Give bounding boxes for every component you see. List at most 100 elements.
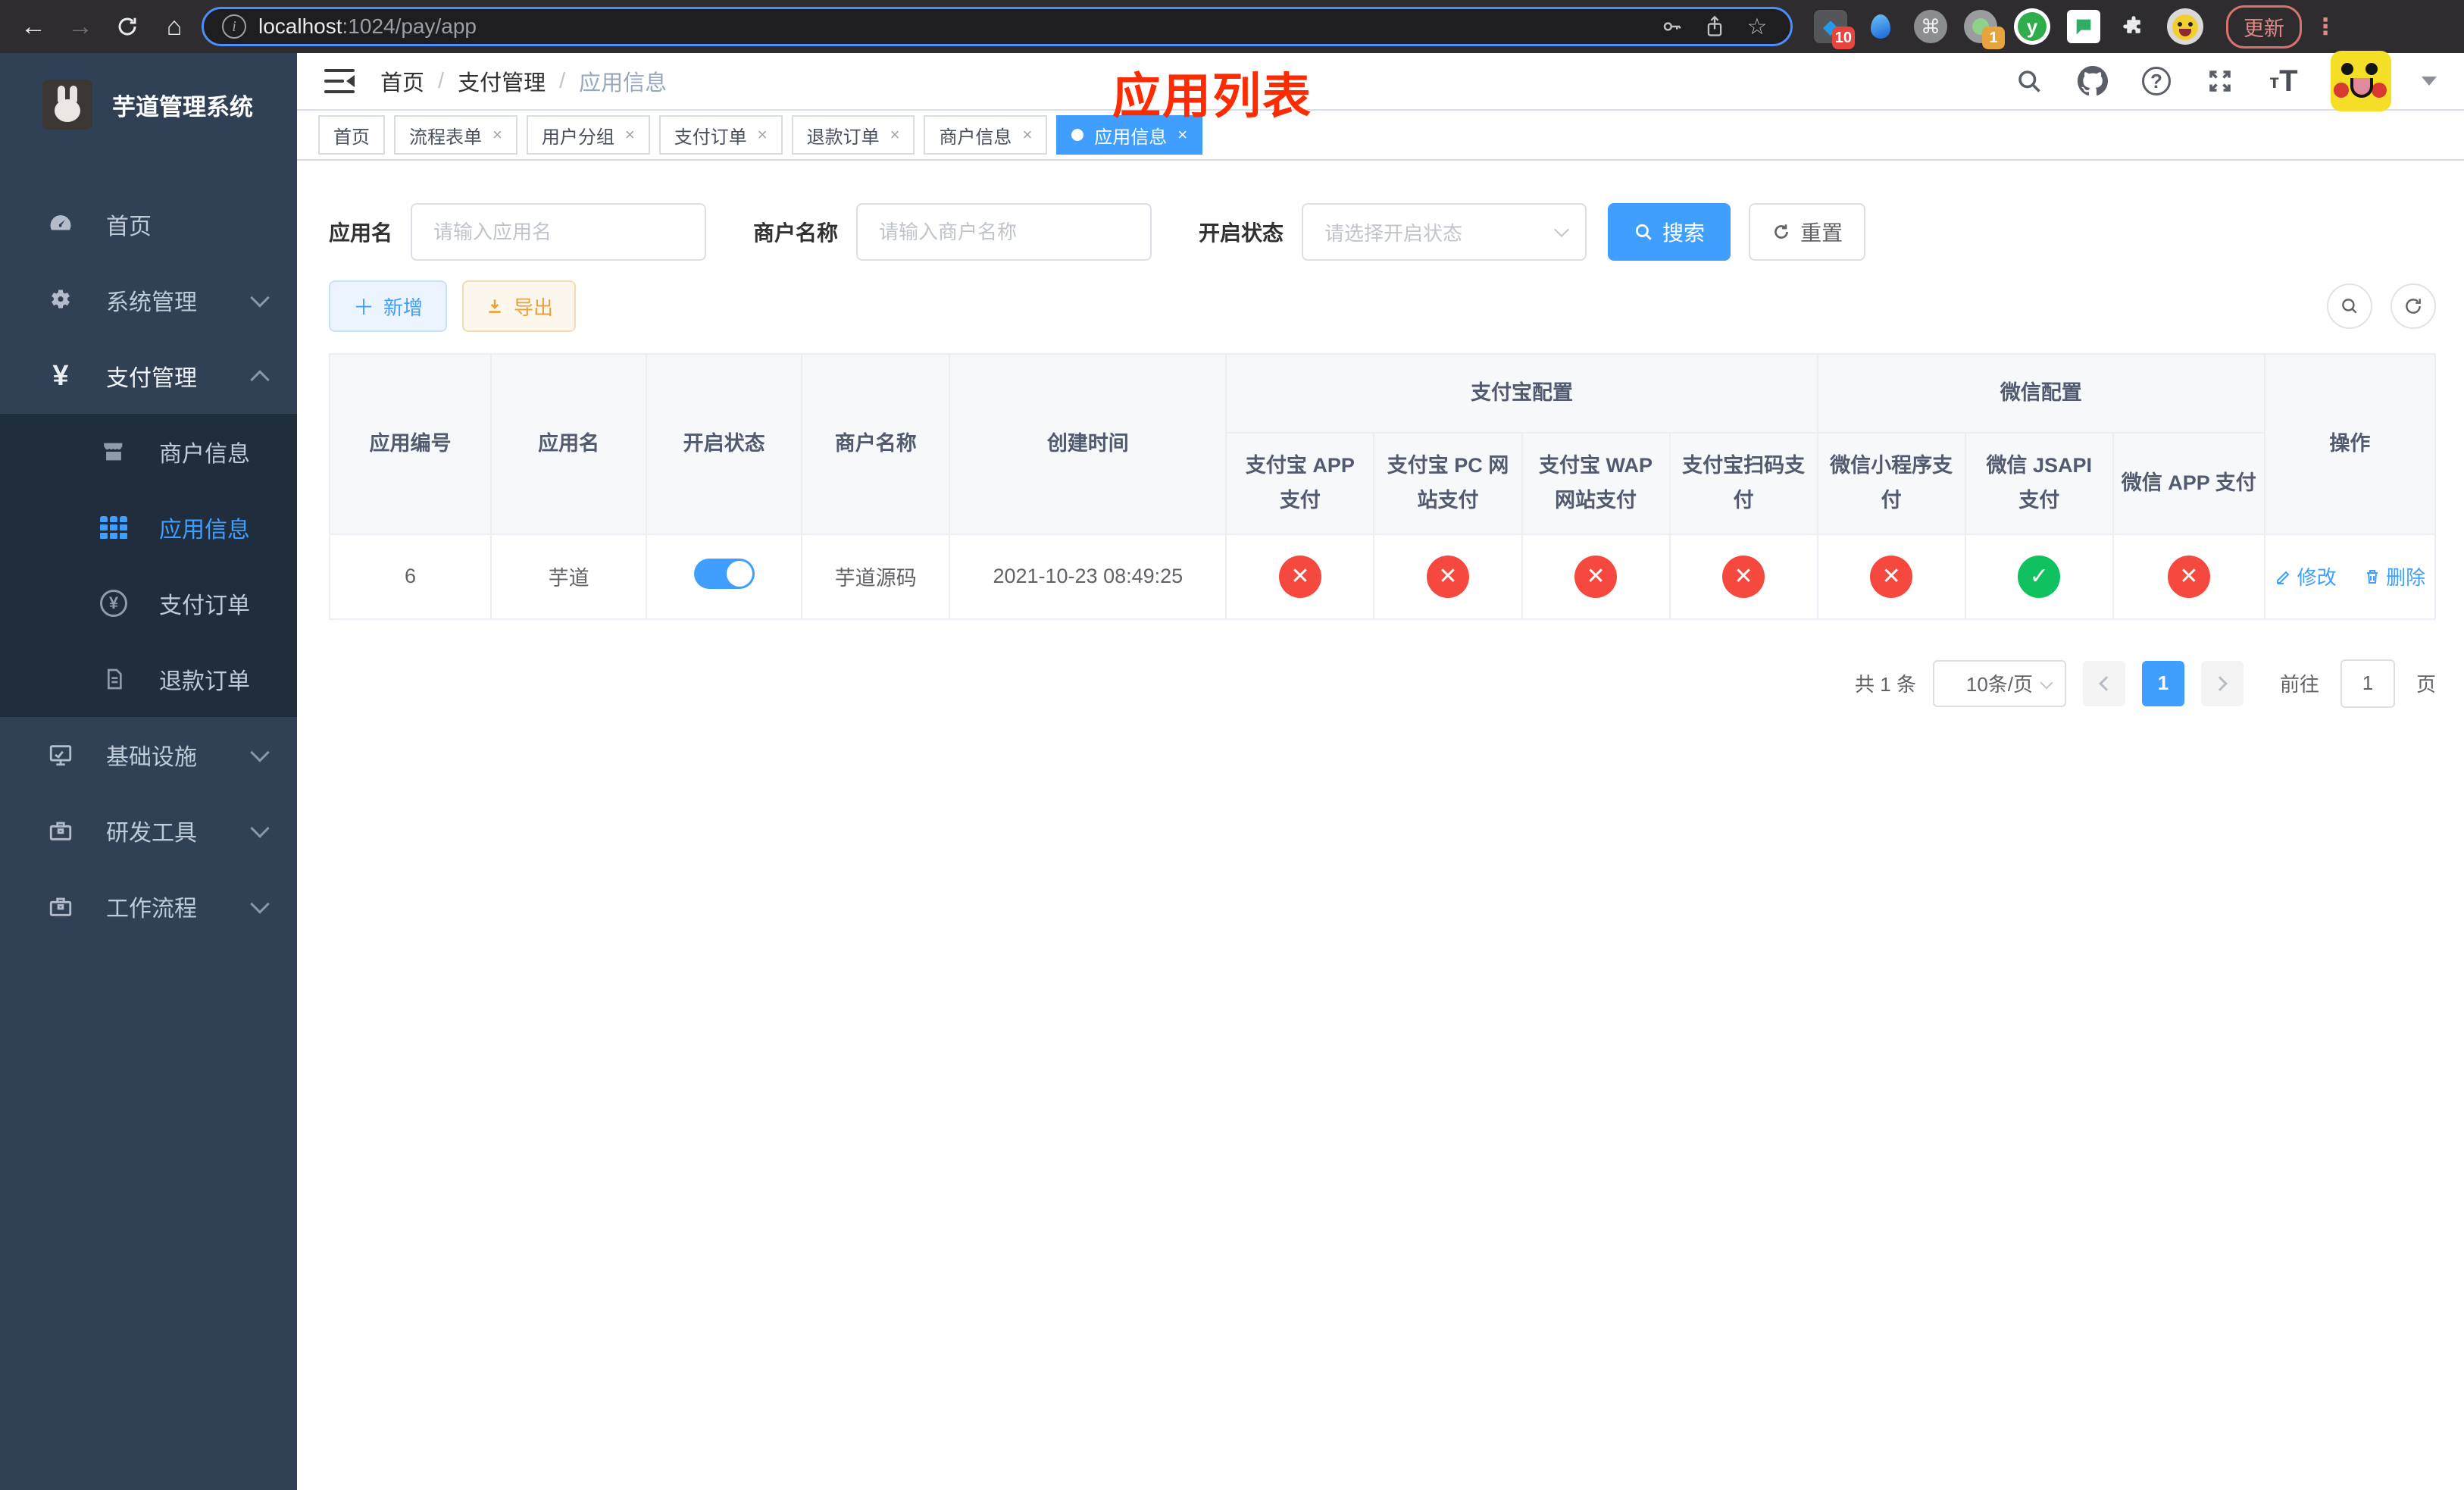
status-select[interactable]: 请选择开启状态 [1302, 203, 1587, 261]
sidebar-item-system[interactable]: 系统管理 [0, 262, 297, 338]
chevron-down-icon [250, 288, 270, 308]
tab-home[interactable]: 首页 [318, 115, 385, 155]
yen-icon: ¥ [52, 359, 69, 392]
sidebar-item-workflow[interactable]: 工作流程 [0, 869, 297, 944]
download-icon [489, 299, 501, 313]
sidebar-item-merchant-info[interactable]: 商户信息 [0, 414, 297, 490]
breadcrumb-home[interactable]: 首页 [380, 65, 424, 97]
sidebar-item-dev-tools[interactable]: 研发工具 [0, 793, 297, 869]
sidebar-item-app-info[interactable]: 应用信息 [0, 490, 297, 565]
sidebar-item-pay-order[interactable]: ¥ 支付订单 [0, 565, 297, 641]
briefcase-icon [45, 894, 76, 919]
fullscreen-icon[interactable] [2203, 64, 2237, 98]
filter-form: 应用名 商户名称 开启状态 请选择开启状态 搜索 重置 [329, 203, 2436, 261]
browser-back-button[interactable]: ← [14, 7, 53, 46]
tab-merchant-info[interactable]: 商户信息 × [924, 115, 1048, 155]
browser-menu-icon[interactable]: ⋮ [2314, 14, 2337, 40]
refresh-table-button[interactable] [2391, 283, 2436, 329]
pagination-total: 共 1 条 [1855, 673, 1916, 696]
page-number-1[interactable]: 1 [2141, 660, 2184, 706]
goto-suffix: 页 [2416, 673, 2436, 696]
address-bar[interactable]: i localhost:1024/pay/app ☆ [202, 7, 1793, 46]
close-icon[interactable]: × [1022, 125, 1032, 145]
cell-alipay-wap: ✕ [1521, 533, 1671, 620]
sidebar-item-home[interactable]: 首页 [0, 186, 297, 262]
cell-alipay-app: ✕ [1225, 533, 1375, 620]
status-icon: ✕ [1574, 555, 1618, 598]
edit-link[interactable]: 修改 [2275, 562, 2337, 590]
merchant-name-label: 商户名称 [753, 221, 839, 245]
store-icon [98, 439, 129, 465]
goto-page-input[interactable] [2340, 659, 2395, 708]
extension-balloon-icon[interactable] [1864, 10, 1897, 43]
extensions-area: ◆ 10 ⌘ 1 y [1814, 8, 2203, 49]
reload-icon [118, 17, 136, 36]
browser-home-button[interactable]: ⌂ [155, 7, 194, 46]
browser-update-button[interactable]: 更新 [2226, 5, 2302, 49]
page-size-select[interactable]: 10条/页 [1932, 659, 2066, 707]
breadcrumb-payment[interactable]: 支付管理 [458, 65, 546, 97]
browser-toolbar: ← → ⌂ i localhost:1024/pay/app ☆ ◆ 10 ⌘ … [0, 0, 2464, 53]
merchant-name-input[interactable] [856, 203, 1152, 261]
tab-process-form[interactable]: 流程表单 × [394, 115, 518, 155]
table-row: 6 芋道 芋道源码 2021-10-23 08:49:25 ✕ ✕ ✕ ✕ ✕ … [328, 533, 2437, 620]
col-actions: 操作 [2263, 353, 2437, 535]
sidebar-item-refund-order[interactable]: 退款订单 [0, 641, 297, 717]
goto-prefix: 前往 [2279, 673, 2319, 696]
main-header: 首页 / 支付管理 / 应用信息 ? тT [297, 51, 2464, 111]
close-icon[interactable]: × [1177, 125, 1187, 145]
password-key-icon[interactable] [1657, 11, 1687, 42]
text-size-icon[interactable]: тT [2267, 64, 2300, 98]
payment-submenu: 商户信息 应用信息 ¥ 支付订单 退款订单 [0, 414, 297, 717]
cell-alipay-qr: ✕ [1668, 533, 1818, 620]
avatar-dropdown-icon[interactable] [2422, 77, 2437, 86]
tab-refund-order[interactable]: 退款订单 × [791, 115, 915, 155]
close-icon[interactable]: × [758, 125, 768, 145]
add-button[interactable]: ＋ 新增 [329, 280, 448, 332]
tab-user-group[interactable]: 用户分组 × [526, 115, 650, 155]
browser-reload-button[interactable] [108, 7, 147, 46]
export-button[interactable]: 导出 [462, 280, 577, 332]
bookmark-star-icon[interactable]: ☆ [1742, 11, 1772, 42]
search-icon[interactable] [2012, 64, 2046, 98]
close-icon[interactable]: × [492, 125, 502, 145]
col-created: 创建时间 [949, 353, 1227, 535]
app-title: 芋道管理系统 [112, 93, 253, 121]
search-button[interactable]: 搜索 [1608, 203, 1731, 261]
next-page-button[interactable] [2200, 660, 2244, 706]
status-icon: ✕ [1278, 555, 1321, 598]
extension-blue-diamond-icon[interactable]: ◆ 10 [1814, 10, 1855, 49]
tab-pay-order[interactable]: 支付订单 × [658, 115, 783, 155]
sidebar-collapse-icon[interactable] [324, 67, 355, 95]
close-icon[interactable]: × [890, 125, 900, 145]
close-icon[interactable]: × [625, 125, 635, 145]
app-name-input[interactable] [411, 203, 707, 261]
user-avatar[interactable] [2331, 51, 2391, 111]
profile-avatar-icon[interactable] [2167, 8, 2203, 45]
browser-forward-button[interactable]: → [61, 7, 100, 46]
extension-command-icon[interactable]: ⌘ [1914, 10, 1947, 43]
delete-link[interactable]: 删除 [2363, 562, 2425, 590]
toggle-search-button[interactable] [2327, 283, 2372, 329]
extensions-puzzle-icon[interactable] [2117, 10, 2150, 43]
url-text: localhost:1024/pay/app [258, 14, 477, 38]
prev-page-button[interactable] [2082, 660, 2125, 706]
sidebar-item-payment[interactable]: ¥ 支付管理 [0, 338, 297, 414]
extension-y-icon[interactable]: y [2014, 8, 2050, 45]
sidebar-item-infrastructure[interactable]: 基础设施 [0, 717, 297, 793]
page-content: 应用名 商户名称 开启状态 请选择开启状态 搜索 重置 [297, 161, 2464, 708]
share-icon[interactable] [1699, 11, 1730, 42]
header-actions: ? тT [2012, 51, 2437, 111]
trash-icon [2367, 569, 2378, 584]
status-toggle[interactable] [693, 559, 755, 590]
github-icon[interactable] [2076, 64, 2109, 98]
site-info-icon[interactable]: i [222, 14, 246, 39]
extension-chat-icon[interactable] [2067, 10, 2100, 43]
table-toolbar: ＋ 新增 导出 [329, 280, 2436, 332]
extension-recorder-icon[interactable]: 1 [1964, 10, 2005, 49]
app-table: 应用编号 应用名 开启状态 商户名称 创建时间 支付宝配置 微信配置 操作 支付… [328, 353, 2437, 620]
help-icon[interactable]: ? [2140, 64, 2173, 98]
breadcrumb-current: 应用信息 [579, 71, 668, 95]
tag-tabs-bar: 首页 流程表单 × 用户分组 × 支付订单 × 退款订单 × 商户信息 × 应用信息 × [297, 109, 2464, 161]
reset-button[interactable]: 重置 [1749, 203, 1866, 261]
